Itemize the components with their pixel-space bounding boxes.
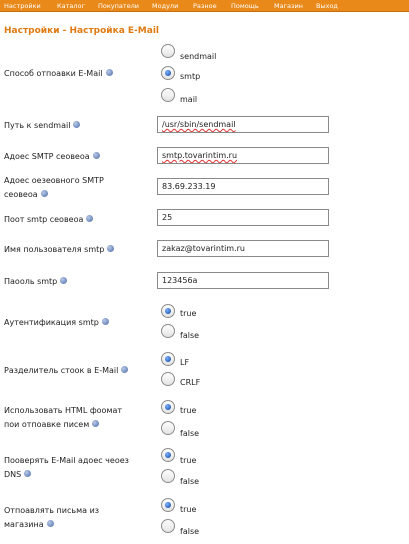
- smtp-auth-radio-false[interactable]: [161, 324, 175, 338]
- help-icon[interactable]: [46, 520, 54, 527]
- use-html-radio-true[interactable]: [161, 400, 175, 414]
- smtp-password-value: 123456a: [162, 276, 198, 285]
- send-from-shop-radio-true[interactable]: [161, 498, 175, 512]
- smtp-server-label-text: Адоес SMTP сеовеоа: [4, 152, 90, 161]
- sendmail-path-input[interactable]: /usr/sbin/sendmail: [157, 116, 329, 133]
- help-icon[interactable]: [92, 152, 100, 159]
- verify-dns-option-false: false: [180, 477, 200, 486]
- sendmail-path-label: Путь к sendmail: [4, 119, 154, 133]
- smtp-auth-label-text: Аутентификация smtp: [4, 318, 99, 327]
- smtp-user-label-text: Имя пользователя smtp: [4, 245, 105, 254]
- nav-item-misc[interactable]: Разное: [193, 2, 217, 10]
- smtp-server-value: smtp.tovarintim.ru: [162, 151, 238, 160]
- send-method-label-text: Способ отпоавки E-Mail: [4, 69, 103, 78]
- smtp-port-input[interactable]: 25: [157, 209, 329, 226]
- smtp-server-input[interactable]: smtp.tovarintim.ru: [157, 147, 329, 164]
- top-nav-bar: Настройки Каталог Покупатели Модули Разн…: [0, 0, 409, 12]
- line-separator-radio-lf[interactable]: [161, 352, 175, 366]
- help-icon[interactable]: [60, 277, 68, 284]
- smtp-auth-option-false: false: [180, 331, 200, 340]
- send-from-shop-option-false: false: [180, 527, 200, 536]
- nav-item-help[interactable]: Помощь: [231, 2, 259, 10]
- smtp-user-value: zakaz@tovarintim.ru: [162, 244, 245, 253]
- use-html-radio-false[interactable]: [161, 421, 175, 435]
- line-separator-label-text: Разделитель стоок в E-Mail: [4, 366, 119, 375]
- smtp-port-label: Поот smtp сеовеоа: [4, 213, 154, 227]
- send-from-shop-label-line2: магазина: [4, 520, 44, 529]
- smtp-auth-option-true: true: [180, 309, 197, 318]
- backup-smtp-input[interactable]: 83.69.233.19: [157, 178, 329, 195]
- send-method-option-mail: mail: [180, 95, 198, 104]
- smtp-auth-label: Аутентификация smtp: [4, 316, 154, 330]
- send-method-radio-mail[interactable]: [161, 88, 175, 102]
- use-html-option-false: false: [180, 429, 200, 438]
- smtp-port-value: 25: [162, 213, 173, 222]
- line-separator-option-lf: LF: [180, 358, 190, 367]
- send-method-radio-smtp[interactable]: [161, 66, 175, 80]
- verify-dns-radio-true[interactable]: [161, 448, 175, 462]
- send-from-shop-label-2: магазина: [4, 518, 154, 532]
- send-from-shop-option-true: true: [180, 505, 197, 514]
- send-method-radio-sendmail[interactable]: [161, 44, 175, 58]
- help-icon[interactable]: [73, 121, 81, 128]
- smtp-auth-radio-true[interactable]: [161, 304, 175, 318]
- nav-item-settings[interactable]: Настройки: [4, 2, 41, 10]
- send-from-shop-label-line1: Отпоавлять письма из: [4, 506, 100, 515]
- verify-dns-label: Пооверять E-Mail адоес чеоез: [4, 454, 154, 468]
- line-separator-option-crlf: CRLF: [180, 378, 201, 387]
- nav-item-shop[interactable]: Магазин: [274, 2, 303, 10]
- nav-item-catalog[interactable]: Каталог: [57, 2, 85, 10]
- use-html-option-true: true: [180, 406, 197, 415]
- smtp-server-label: Адоес SMTP сеовеоа: [4, 150, 154, 164]
- verify-dns-label-2: DNS: [4, 468, 154, 482]
- send-from-shop-radio-false[interactable]: [161, 519, 175, 533]
- smtp-password-label-text: Паооль smtp: [4, 277, 58, 286]
- line-separator-radio-crlf[interactable]: [161, 372, 175, 386]
- page-title: Настройки - Настройка E-Mail: [4, 26, 159, 36]
- use-html-label-line1: Использовать HTML фоомат: [4, 406, 123, 415]
- help-icon[interactable]: [105, 69, 113, 76]
- smtp-password-label: Паооль smtp: [4, 275, 154, 289]
- backup-smtp-label-line1: Адоес оезеовного SMTP: [4, 176, 104, 185]
- help-icon[interactable]: [121, 366, 129, 373]
- verify-dns-label-line2: DNS: [4, 470, 22, 479]
- line-separator-label: Разделитель стоок в E-Mail: [4, 364, 154, 378]
- help-icon[interactable]: [107, 245, 115, 252]
- help-icon[interactable]: [86, 215, 94, 222]
- use-html-label-2: пои отпоавке писем: [4, 418, 154, 432]
- help-icon[interactable]: [40, 190, 48, 197]
- nav-item-customers[interactable]: Покупатели: [98, 2, 139, 10]
- help-icon[interactable]: [101, 318, 109, 325]
- backup-smtp-label-line2: сеовеоа: [4, 190, 38, 199]
- sendmail-path-label-text: Путь к sendmail: [4, 121, 71, 130]
- backup-smtp-value: 83.69.233.19: [162, 182, 216, 191]
- send-method-label: Способ отпоавки E-Mail: [4, 67, 154, 81]
- backup-smtp-label: Адоес оезеовного SMTP: [4, 174, 154, 188]
- send-method-option-sendmail: sendmail: [180, 52, 217, 61]
- verify-dns-label-line1: Пооверять E-Mail адоес чеоез: [4, 456, 129, 465]
- smtp-user-input[interactable]: zakaz@tovarintim.ru: [157, 240, 329, 257]
- help-icon[interactable]: [92, 420, 100, 427]
- verify-dns-radio-false[interactable]: [161, 469, 175, 483]
- sendmail-path-value: /usr/sbin/sendmail: [162, 120, 236, 129]
- use-html-label-line2: пои отпоавке писем: [4, 420, 90, 429]
- smtp-user-label: Имя пользователя smtp: [4, 243, 154, 257]
- smtp-port-label-text: Поот smtp сеовеоа: [4, 215, 84, 224]
- smtp-password-input[interactable]: 123456a: [157, 272, 329, 289]
- verify-dns-option-true: true: [180, 456, 197, 465]
- use-html-label: Использовать HTML фоомат: [4, 404, 154, 418]
- send-from-shop-label: Отпоавлять письма из: [4, 504, 154, 518]
- backup-smtp-label-2: сеовеоа: [4, 188, 154, 202]
- send-method-option-smtp: smtp: [180, 72, 201, 81]
- nav-item-modules[interactable]: Модули: [152, 2, 178, 10]
- help-icon[interactable]: [24, 470, 32, 477]
- nav-item-logout[interactable]: Выход: [316, 2, 338, 10]
